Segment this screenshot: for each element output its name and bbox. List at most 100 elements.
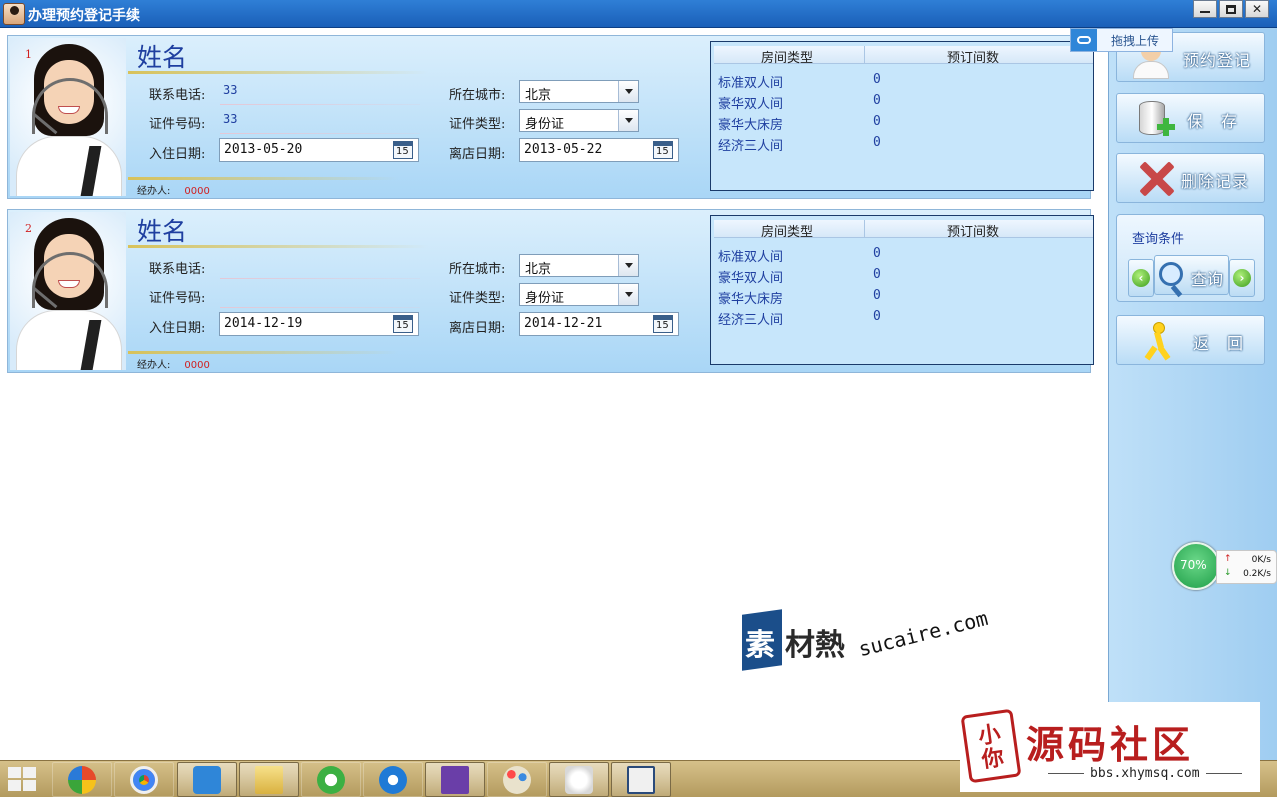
back-label: 返 回 xyxy=(1193,334,1245,353)
cloud-icon xyxy=(1071,29,1097,51)
table-header: 房间类型 预订间数 xyxy=(714,220,1093,240)
checkin-date-field[interactable]: 2013-05-20 15 xyxy=(219,138,419,162)
agent-photo xyxy=(10,38,126,196)
speed-box: ↑ 0K/s ↓ 0.2K/s xyxy=(1216,550,1277,584)
table-row[interactable]: 经济三人间 0 xyxy=(714,133,1093,154)
table-header: 房间类型 预订间数 xyxy=(714,46,1093,66)
delete-x-icon xyxy=(1139,162,1173,196)
table-row[interactable]: 经济三人间 0 xyxy=(714,307,1093,328)
city-label: 所在城市: xyxy=(449,262,506,277)
seal-icon: 小你 xyxy=(960,708,1022,784)
taskbar-app[interactable] xyxy=(549,762,609,797)
action-sidebar: 预约登记 保 存 删除记录 查询条件 ‹ 查询 › 返 回 xyxy=(1108,28,1277,760)
taskbar-app[interactable] xyxy=(425,762,485,797)
cat-app-icon xyxy=(565,765,593,794)
query-group-label: 查询条件 xyxy=(1132,232,1185,247)
close-button[interactable]: ✕ xyxy=(1245,0,1269,18)
arrow-right-icon: › xyxy=(1233,269,1251,287)
record-index: 2 xyxy=(25,222,32,235)
chevron-down-icon xyxy=(618,284,638,305)
calendar-icon[interactable]: 15 xyxy=(393,315,413,333)
taskbar-app[interactable] xyxy=(52,762,112,797)
handler-row: 经办人: 0000 xyxy=(137,356,210,371)
divider xyxy=(128,71,428,74)
city-select[interactable]: 北京 xyxy=(519,80,639,103)
upload-badge[interactable]: 拖拽上传 xyxy=(1070,28,1173,52)
taskbar-app[interactable] xyxy=(177,762,237,797)
checkin-date-label: 入住日期: xyxy=(149,147,206,162)
table-row[interactable]: 标准双人间 0 xyxy=(714,244,1093,265)
checkout-date-label: 离店日期: xyxy=(449,147,506,162)
save-button[interactable]: 保 存 xyxy=(1116,93,1265,143)
delete-label: 删除记录 xyxy=(1181,172,1250,191)
id-number-label: 证件号码: xyxy=(149,117,206,132)
title-bar: 办理预约登记手续 ✕ xyxy=(0,0,1277,28)
room-booking-table: 房间类型 预订间数 标准双人间 0 豪华双人间 0 豪华大床房 0 经济三人间 0 xyxy=(710,41,1094,191)
calendar-icon[interactable]: 15 xyxy=(393,141,413,159)
taskbar-app[interactable] xyxy=(611,762,671,797)
table-row[interactable]: 标准双人间 0 xyxy=(714,70,1093,91)
id-number-value[interactable]: 33 xyxy=(223,112,237,126)
file-explorer-icon xyxy=(255,765,283,794)
col-rooms-booked: 预订间数 xyxy=(947,51,1000,66)
table-row[interactable]: 豪华双人间 0 xyxy=(714,265,1093,286)
taskbar-app[interactable] xyxy=(239,762,299,797)
site-watermark: 小你 源码社区 bbs.xhymsq.com xyxy=(960,702,1260,792)
site-url: bbs.xhymsq.com xyxy=(1042,766,1248,781)
cloud-drive-icon xyxy=(193,765,221,794)
chrome-icon xyxy=(130,765,158,794)
record-card: 1 姓名 联系电话: 33 证件号码: 33 入住日期: 2013-05-20 … xyxy=(7,35,1094,199)
upload-speed: 0K/s xyxy=(1251,555,1271,565)
agent-avatar-icon xyxy=(3,3,25,25)
id-type-select[interactable]: 身份证 xyxy=(519,109,639,132)
delete-record-button[interactable]: 删除记录 xyxy=(1116,153,1265,203)
checkin-date-field[interactable]: 2014-12-19 15 xyxy=(219,312,419,336)
checkout-date-field[interactable]: 2013-05-22 15 xyxy=(519,138,679,162)
table-row[interactable]: 豪华大床房 0 xyxy=(714,286,1093,307)
maximize-button[interactable] xyxy=(1219,0,1243,18)
checkout-date-label: 离店日期: xyxy=(449,321,506,336)
id-number-label: 证件号码: xyxy=(149,291,206,306)
upload-label: 拖拽上传 xyxy=(1111,33,1160,48)
query-button[interactable]: 查询 xyxy=(1154,255,1229,295)
close-icon: ✕ xyxy=(1251,2,1263,16)
windows-start-icon[interactable] xyxy=(8,767,38,793)
download-speed: 0.2K/s xyxy=(1243,569,1271,579)
next-page-button[interactable]: › xyxy=(1229,259,1255,297)
checkout-date-field[interactable]: 2014-12-21 15 xyxy=(519,312,679,336)
calendar-icon[interactable]: 15 xyxy=(653,141,673,159)
taskbar-app[interactable] xyxy=(363,762,423,797)
minimize-button[interactable] xyxy=(1193,0,1217,18)
browser-green-icon xyxy=(317,765,345,794)
handler-value: 0000 xyxy=(184,360,210,371)
taskbar-app[interactable] xyxy=(301,762,361,797)
chevron-down-icon xyxy=(618,81,638,102)
handler-label: 经办人: xyxy=(137,186,171,197)
chevron-down-icon xyxy=(618,255,638,276)
divider xyxy=(128,245,428,248)
query-group: 查询条件 ‹ 查询 › xyxy=(1116,214,1265,302)
ie-icon xyxy=(379,765,407,794)
register-label: 预约登记 xyxy=(1183,51,1252,70)
taskbar-app[interactable] xyxy=(487,762,547,797)
guest-name-title: 姓名 xyxy=(137,43,188,72)
calendar-icon[interactable]: 15 xyxy=(653,315,673,333)
id-type-label: 证件类型: xyxy=(449,117,506,132)
upload-arrow-icon: ↑ xyxy=(1224,554,1232,564)
table-row[interactable]: 豪华双人间 0 xyxy=(714,91,1093,112)
save-label: 保 存 xyxy=(1187,112,1239,131)
back-button[interactable]: 返 回 xyxy=(1116,315,1265,365)
phone-label: 联系电话: xyxy=(149,262,206,277)
col-room-type: 房间类型 xyxy=(761,51,814,66)
id-type-label: 证件类型: xyxy=(449,291,506,306)
city-select[interactable]: 北京 xyxy=(519,254,639,277)
table-row[interactable]: 豪华大床房 0 xyxy=(714,112,1093,133)
phone-value[interactable]: 33 xyxy=(223,83,237,97)
network-meter[interactable]: 70% ↑ 0K/s ↓ 0.2K/s xyxy=(1172,542,1277,590)
prev-page-button[interactable]: ‹ xyxy=(1128,259,1154,297)
guest-name-title: 姓名 xyxy=(137,217,188,246)
checkin-date-label: 入住日期: xyxy=(149,321,206,336)
download-arrow-icon: ↓ xyxy=(1224,568,1232,578)
id-type-select[interactable]: 身份证 xyxy=(519,283,639,306)
taskbar-app[interactable] xyxy=(114,762,174,797)
